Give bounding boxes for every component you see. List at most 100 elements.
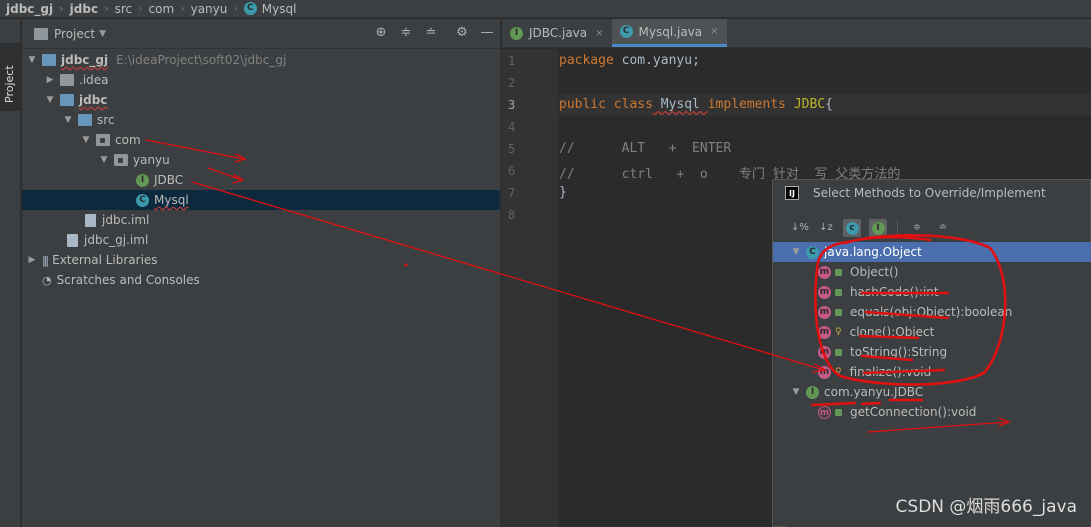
unlock-icon bbox=[835, 268, 842, 276]
class-icon: C bbox=[243, 2, 257, 15]
method-item[interactable]: m ♀ finalize():void bbox=[786, 362, 1091, 382]
code-comment[interactable]: // ALT + ENTER bbox=[559, 141, 731, 156]
code-line-1[interactable]: package com.yanyu; bbox=[559, 53, 700, 68]
tab-mysql-java[interactable]: C Mysql.java × bbox=[611, 19, 727, 47]
dialog-title-bar[interactable]: IJ Select Methods to Override/Implement bbox=[773, 180, 1090, 205]
breadcrumb: jdbc_gj › jdbc › src › com › yanyu › C Mysql bbox=[0, 0, 1091, 18]
chevron-right-icon[interactable]: ▶ bbox=[26, 255, 38, 265]
tree-item-jdbc-iml[interactable]: jdbc.iml bbox=[22, 210, 500, 230]
tree-item-jdbc-interface[interactable]: I JDBC bbox=[22, 170, 500, 190]
breadcrumb-label: com bbox=[148, 1, 175, 16]
method-icon: m bbox=[818, 345, 831, 359]
line-number: 5 bbox=[508, 142, 516, 156]
tree-item-project-root[interactable]: ▼ jdbc_gj E:\ideaProject\soft02\jdbc_gj bbox=[22, 50, 500, 70]
group-label: com.yanyu.JDBC bbox=[824, 385, 924, 399]
breadcrumb-item[interactable]: yanyu › bbox=[191, 2, 244, 16]
tree-item-yanyu[interactable]: ▼ yanyu bbox=[22, 150, 500, 170]
key-icon: ♀ bbox=[835, 327, 842, 337]
line-number: 1 bbox=[508, 54, 516, 68]
collapse-all-icon[interactable]: ≐ bbox=[424, 26, 438, 40]
code-class-name: Mysql bbox=[652, 97, 708, 112]
show-interfaces-icon[interactable]: I bbox=[869, 219, 887, 237]
breadcrumb-label: jdbc_gj bbox=[6, 1, 54, 16]
chevron-down-icon[interactable]: ▼ bbox=[790, 247, 802, 257]
code-line-7[interactable]: } bbox=[559, 185, 567, 200]
chevron-down-icon[interactable]: ▼ bbox=[80, 135, 92, 145]
method-item[interactable]: m equals(obj:Object):boolean bbox=[786, 302, 1091, 322]
project-panel-header: Project ▼ ⊕ ≑ ≐ ⚙ — bbox=[22, 19, 500, 49]
tree-item-label: jdbc_gj.iml bbox=[84, 233, 149, 247]
chevron-down-icon[interactable]: ▼ bbox=[62, 115, 74, 125]
chevron-down-icon[interactable]: ▼ bbox=[26, 55, 38, 65]
line-number: 2 bbox=[508, 76, 516, 90]
expand-all-icon[interactable]: ≑ bbox=[908, 219, 926, 237]
tree-item-idea[interactable]: ▶ .idea bbox=[22, 70, 500, 90]
method-item[interactable]: m ♀ clone():Object bbox=[786, 322, 1091, 342]
package-icon bbox=[114, 154, 128, 166]
expand-all-icon[interactable]: ≑ bbox=[399, 26, 413, 40]
tree-item-label: External Libraries bbox=[52, 253, 158, 267]
chevron-down-icon[interactable]: ▼ bbox=[99, 29, 106, 39]
code-line-3[interactable]: public class Mysql implements JDBC{ bbox=[559, 97, 833, 112]
chevron-right-icon: › bbox=[59, 2, 64, 15]
method-label: finalize():void bbox=[849, 365, 932, 379]
breadcrumb-item[interactable]: src › bbox=[115, 2, 149, 16]
breadcrumb-label: yanyu bbox=[190, 1, 228, 16]
breadcrumb-label: jdbc bbox=[69, 1, 99, 16]
minimize-icon[interactable]: — bbox=[480, 26, 494, 40]
tree-item-jdbc-gj-iml[interactable]: jdbc_gj.iml bbox=[22, 230, 500, 250]
folder-icon bbox=[60, 74, 74, 86]
method-item[interactable]: m toString():String bbox=[786, 342, 1091, 362]
chevron-right-icon[interactable]: ▶ bbox=[44, 75, 56, 85]
method-item[interactable]: m getConnection():void bbox=[786, 402, 1091, 422]
module-file-icon bbox=[85, 213, 96, 227]
tree-item-label: jdbc bbox=[79, 93, 108, 107]
unlock-icon bbox=[835, 308, 842, 316]
code-keyword: public class bbox=[559, 97, 653, 112]
project-view-icon bbox=[34, 27, 48, 40]
interface-icon: I bbox=[136, 173, 149, 187]
tree-item-src[interactable]: ▼ src bbox=[22, 110, 500, 130]
sort-alphabetically-icon[interactable]: ↓z bbox=[817, 219, 835, 237]
code-keyword: implements bbox=[707, 97, 786, 112]
project-panel: Project ▼ ⊕ ≑ ≐ ⚙ — ▼ jdbc_gj E:\ideaPro… bbox=[22, 19, 501, 527]
class-icon: C bbox=[806, 245, 819, 259]
project-tool-button[interactable]: Project bbox=[0, 43, 21, 111]
tree-item-label: JDBC bbox=[154, 173, 184, 187]
dialog-toolbar: ↓% ↓z c I ≑ ≐ bbox=[773, 213, 1090, 243]
tree-item-label: jdbc.iml bbox=[102, 213, 150, 227]
tree-item-external-libraries[interactable]: ▶ ||| External Libraries bbox=[22, 250, 500, 270]
breadcrumb-item[interactable]: jdbc_gj › bbox=[6, 2, 70, 16]
group-com-yanyu-jdbc[interactable]: ▼ I com.yanyu.JDBC bbox=[773, 382, 1079, 402]
method-item[interactable]: m Object() bbox=[786, 262, 1091, 282]
module-folder-icon bbox=[42, 54, 56, 66]
project-tool-label: Project bbox=[3, 65, 16, 103]
method-icon: m bbox=[818, 325, 831, 339]
project-panel-title[interactable]: Project bbox=[54, 27, 95, 41]
sort-by-visibility-icon[interactable]: ↓% bbox=[791, 219, 809, 237]
class-icon: C bbox=[136, 193, 149, 207]
breadcrumb-item[interactable]: com › bbox=[149, 2, 191, 16]
gear-icon[interactable]: ⚙ bbox=[455, 26, 469, 40]
tab-jdbc-java[interactable]: I JDBC.java × bbox=[502, 19, 612, 47]
close-icon[interactable]: × bbox=[595, 28, 603, 39]
tree-item-jdbc[interactable]: ▼ jdbc bbox=[22, 90, 500, 110]
methods-tree: ▼ C java.lang.Object m Object() m hashCo… bbox=[773, 242, 1091, 527]
chevron-down-icon[interactable]: ▼ bbox=[790, 387, 802, 397]
line-number: 3 bbox=[508, 98, 516, 112]
chevron-down-icon[interactable]: ▼ bbox=[98, 155, 110, 165]
tree-item-com[interactable]: ▼ com bbox=[22, 130, 500, 150]
close-icon[interactable]: × bbox=[710, 26, 718, 37]
show-classes-icon[interactable]: c bbox=[843, 219, 861, 237]
breadcrumb-item[interactable]: jdbc › bbox=[70, 2, 115, 16]
locate-icon[interactable]: ⊕ bbox=[374, 26, 388, 40]
tree-item-scratches[interactable]: ◔ Scratches and Consoles bbox=[22, 270, 500, 290]
tree-item-mysql[interactable]: C Mysql bbox=[22, 190, 500, 210]
collapse-all-icon[interactable]: ≐ bbox=[934, 219, 952, 237]
tab-label: Mysql.java bbox=[638, 24, 703, 39]
method-item[interactable]: m hashCode():int bbox=[786, 282, 1091, 302]
dialog-title: Select Methods to Override/Implement bbox=[813, 185, 1046, 200]
breadcrumb-item[interactable]: C Mysql bbox=[243, 2, 296, 16]
chevron-down-icon[interactable]: ▼ bbox=[44, 95, 56, 105]
group-java-lang-object[interactable]: ▼ C java.lang.Object bbox=[773, 242, 1091, 262]
